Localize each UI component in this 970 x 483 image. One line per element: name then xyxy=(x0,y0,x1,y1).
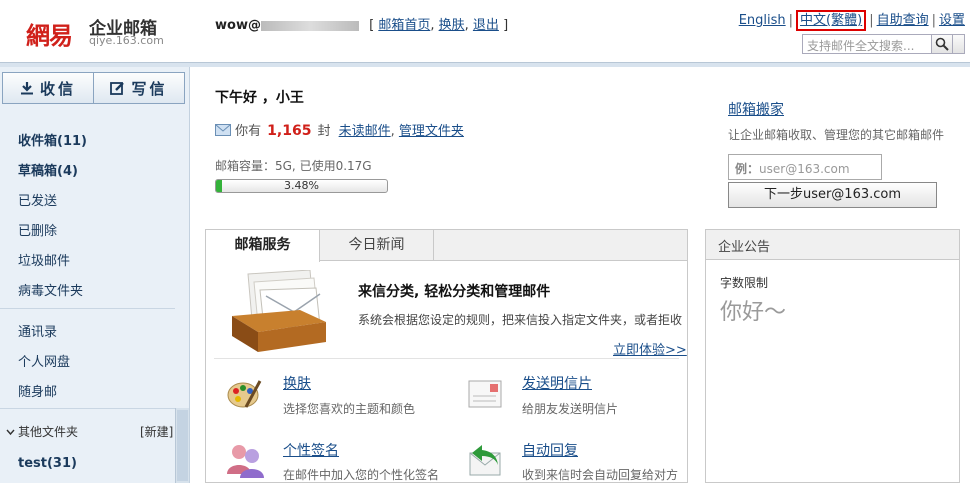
service-postcard-link[interactable]: 发送明信片 xyxy=(522,373,592,393)
announcement-limit: 字数限制 xyxy=(720,276,769,290)
new-folder-button[interactable]: [新建] xyxy=(140,423,173,440)
download-icon xyxy=(20,82,33,95)
compose-button[interactable]: 写信 xyxy=(93,73,184,103)
username: wow@ xyxy=(215,18,261,33)
migrate-input-value: user@163.com xyxy=(759,162,850,176)
tab-mail-services[interactable]: 邮箱服务 xyxy=(206,230,320,262)
link-english[interactable]: English xyxy=(739,13,786,28)
services-panel: 邮箱服务 今日新闻 来信分类, 轻松分类和管理邮件 系统会根据您设定的规则，把来… xyxy=(205,229,688,483)
migrate-next-button[interactable]: 下一步user@163.com xyxy=(728,182,937,208)
user-line: wow@ [ 邮箱首页, 换肤, 退出 ] xyxy=(215,18,509,33)
mail-migrate-desc: 让企业邮箱收取、管理您的其它邮箱邮件 xyxy=(728,128,945,142)
service-postcard-desc: 给朋友发送明信片 xyxy=(522,402,619,416)
sidebar-divider xyxy=(0,308,175,309)
logo-text: 網易 xyxy=(26,21,73,50)
sidebar-item-contacts[interactable]: 通讯录 xyxy=(18,321,57,340)
service-signature-desc: 在邮件中加入您的个性化签名 xyxy=(283,468,440,482)
announcement-content: 你好～ xyxy=(720,300,787,325)
sidebar-item-sent[interactable]: 已发送 xyxy=(18,190,57,209)
users-icon xyxy=(227,445,264,478)
username-mask xyxy=(260,20,359,31)
capacity-text: 邮箱容量：5G, 已使用0.17G xyxy=(215,159,372,173)
manage-folders-link[interactable]: 管理文件夹 xyxy=(399,124,464,139)
sidebar-item-mobile[interactable]: 随身邮 xyxy=(18,381,57,400)
sidebar-item-virus[interactable]: 病毒文件夹 xyxy=(18,280,83,299)
link-settings[interactable]: 设置 xyxy=(939,13,965,28)
chevron-down-icon xyxy=(6,429,15,436)
services-divider xyxy=(214,358,679,359)
other-folders-label: 其他文件夹 xyxy=(18,425,79,439)
sidebar-divider xyxy=(0,408,175,409)
unread-mail-link[interactable]: 未读邮件 xyxy=(339,124,391,139)
service-autoreply-desc: 收到来信时会自动回复给对方 xyxy=(522,468,679,482)
link-mailbox-home[interactable]: 邮箱首页 xyxy=(378,18,430,33)
mail-migrate-link[interactable]: 邮箱搬家 xyxy=(728,99,784,119)
receive-button[interactable]: 收信 xyxy=(3,73,93,103)
sidebar-item-netdisk[interactable]: 个人网盘 xyxy=(18,351,70,370)
sidebar-item-spam[interactable]: 垃圾邮件 xyxy=(18,250,70,269)
link-self-service[interactable]: 自助查询 xyxy=(877,13,929,28)
migrate-input-prefix: 例： xyxy=(735,162,760,176)
top-links: English | 中文(繁體) | 自助查询 | 设置 xyxy=(739,9,965,31)
receive-label: 收信 xyxy=(39,79,76,98)
sidebar-item-drafts[interactable]: 草稿箱(4) xyxy=(18,160,78,179)
capacity-percent: 3.48% xyxy=(284,179,319,192)
link-logout[interactable]: 退出 xyxy=(473,18,499,33)
service-skin-desc: 选择您喜欢的主题和颜色 xyxy=(283,402,416,416)
service-skin-link[interactable]: 换肤 xyxy=(283,373,311,393)
sidebar: 收信 写信 收件箱(11) 草稿箱(4) 已发送 已删除 垃圾邮件 病毒文件夹 … xyxy=(0,67,190,483)
service-signature-link[interactable]: 个性签名 xyxy=(283,440,339,460)
search-input[interactable]: 支持邮件全文搜索... xyxy=(802,34,932,54)
announcement-panel: 企业公告 字数限制 你好～ xyxy=(705,229,960,483)
capacity-progress-bar: 3.48% xyxy=(215,179,388,193)
link-skin[interactable]: 换肤 xyxy=(439,18,465,33)
greeting: 下午好 ，小王 xyxy=(215,90,304,106)
search-icon xyxy=(935,37,949,51)
sidebar-scrollbar[interactable] xyxy=(175,408,189,483)
sidebar-item-deleted[interactable]: 已删除 xyxy=(18,220,57,239)
you-have-label: 你有 xyxy=(235,124,262,139)
mail-summary: 你有 1,165 封 未读邮件, 管理文件夹 xyxy=(215,120,464,139)
edit-icon xyxy=(110,81,125,95)
tab-today-news[interactable]: 今日新闻 xyxy=(320,230,434,261)
unit-label: 封 xyxy=(317,124,331,139)
mail-tray-icon xyxy=(232,270,326,352)
search-button[interactable] xyxy=(931,34,953,54)
feature-desc: 系统会根据您设定的规则，把来信投入指定文件夹，或者拒收 xyxy=(358,313,683,327)
sidebar-item-inbox[interactable]: 收件箱(11) xyxy=(18,130,87,149)
sidebar-other-folders[interactable]: 其他文件夹 xyxy=(6,423,78,440)
search-dropdown[interactable] xyxy=(953,34,965,54)
services-tabs: 邮箱服务 今日新闻 xyxy=(206,230,687,262)
try-now-link[interactable]: 立即体验>> xyxy=(613,339,687,358)
reply-icon xyxy=(469,445,501,476)
announcement-title: 企业公告 xyxy=(706,230,959,260)
link-traditional-chinese[interactable]: 中文(繁體) xyxy=(796,10,867,31)
mail-count: 1,165 xyxy=(267,123,312,139)
palette-icon xyxy=(227,380,262,408)
mail-icon xyxy=(215,124,231,136)
feature-title: 来信分类, 轻松分类和管理邮件 xyxy=(358,284,551,300)
sidebar-item-test[interactable]: test(31) xyxy=(18,456,77,471)
migrate-email-input[interactable]: 例：user@163.com xyxy=(728,154,882,180)
mail-actions: 收信 写信 xyxy=(2,72,185,104)
service-autoreply-link[interactable]: 自动回复 xyxy=(522,440,578,460)
scrollbar-thumb[interactable] xyxy=(177,410,188,481)
header: 網易 企业邮箱 qiye.163.com wow@ [ 邮箱首页, 换肤, 退出… xyxy=(0,0,970,67)
logo-domain: qiye.163.com xyxy=(89,34,164,47)
postcard-icon xyxy=(468,380,502,408)
compose-label: 写信 xyxy=(131,79,168,98)
